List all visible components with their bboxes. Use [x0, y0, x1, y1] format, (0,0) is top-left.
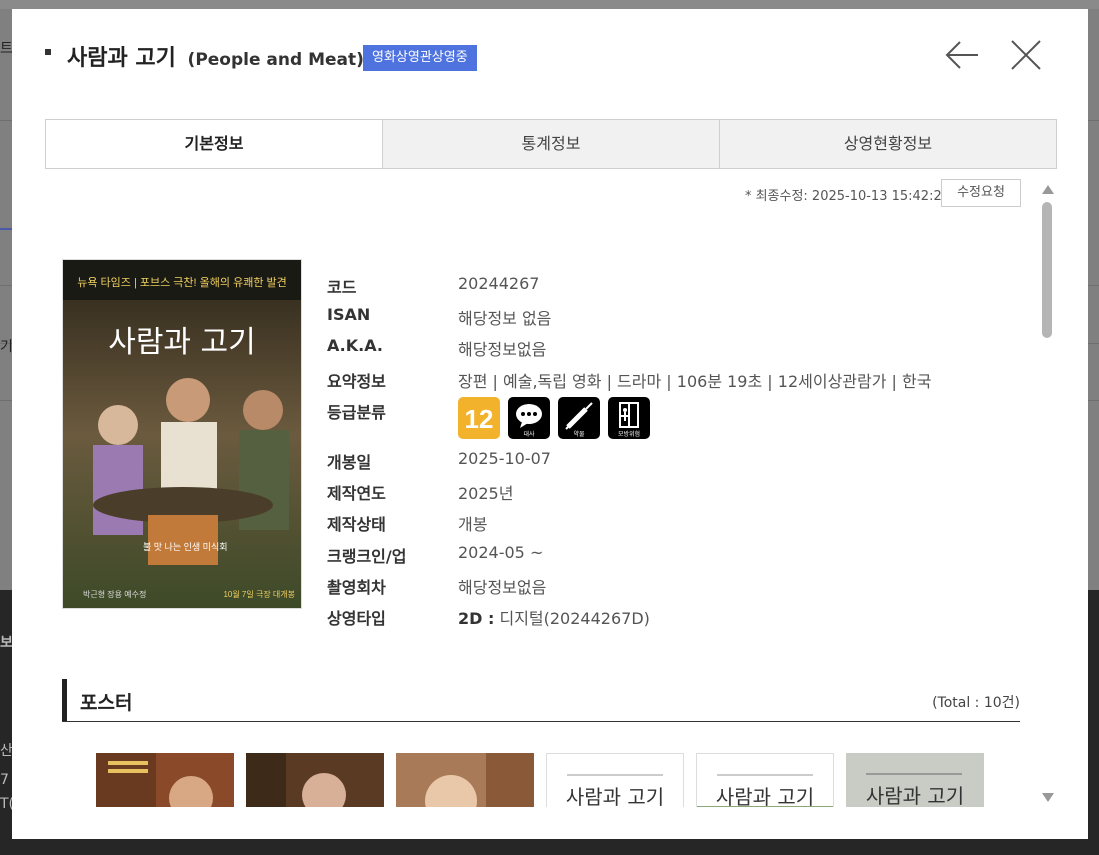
info-value: 해당정보 없음: [458, 309, 552, 328]
grade-icons: 12 대사 약물 모방위험: [458, 397, 650, 439]
content-scrollbar[interactable]: [1039, 181, 1057, 811]
info-label: 요약정보: [327, 372, 386, 391]
close-icon: [1011, 40, 1041, 70]
movie-detail-modal: 사람과 고기 (People and Meat) 영화상영관상영중 기본정보 통…: [12, 9, 1088, 839]
info-value: 2025년: [458, 484, 514, 503]
backdrop-accent-line: [0, 228, 12, 230]
poster-thumbnail[interactable]: [396, 753, 534, 807]
tab-content: * 최종수정: 2025-10-13 15:42:26 수정요청 뉴욕 타임즈 …: [45, 167, 1045, 807]
main-poster[interactable]: 뉴욕 타임즈 | 포브스 극찬! 올해의 유쾌한 발견 사람과 고기 불 맛 나…: [62, 259, 302, 609]
info-label: 등급분류: [327, 403, 386, 422]
modal-header: 사람과 고기 (People and Meat) 영화상영관상영중: [12, 9, 1088, 109]
back-button[interactable]: [944, 37, 980, 73]
poster-sub: 불 맛 나는 인생 미식회: [143, 542, 228, 552]
svg-text:대사: 대사: [523, 430, 535, 438]
screen-type-detail: 디지털(20244267D): [494, 609, 650, 628]
scroll-thumb[interactable]: [1042, 202, 1052, 338]
poster-section-title: 포스터: [80, 692, 133, 714]
page-title: 사람과 고기 (People and Meat): [67, 40, 364, 72]
age-12-icon: 12: [458, 397, 500, 439]
poster-image: 뉴욕 타임즈 | 포브스 극찬! 올해의 유쾌한 발견 사람과 고기 불 맛 나…: [63, 260, 301, 608]
title-bullet: [45, 49, 51, 55]
tab-basic-info[interactable]: 기본정보: [46, 120, 382, 168]
poster-title: 사람과 고기: [108, 325, 256, 360]
backdrop-text: 산: [0, 743, 13, 759]
edit-request-button[interactable]: 수정요청: [941, 179, 1021, 207]
info-label: 개봉일: [327, 453, 372, 472]
movie-title: 사람과 고기: [67, 46, 176, 71]
scroll-up-icon[interactable]: [1042, 185, 1054, 194]
info-value: 장편 | 예술,독립 영화 | 드라마 | 106분 19초 | 12세이상관람…: [458, 372, 932, 391]
tab-screening-status[interactable]: 상영현황정보: [719, 120, 1056, 168]
svg-text:모방위험: 모방위험: [618, 430, 640, 438]
info-label: 코드: [327, 278, 357, 297]
info-value: 2024-05 ~: [458, 543, 544, 562]
status-badge: 영화상영관상영중: [363, 45, 477, 71]
backdrop-text: 트: [0, 41, 13, 57]
info-value: 해당정보없음: [458, 340, 547, 359]
imitation-risk-icon: 모방위험: [608, 397, 650, 439]
info-label: 촬영회차: [327, 578, 386, 597]
info-value: 20244267: [458, 274, 540, 293]
backdrop-text: 보: [0, 635, 13, 651]
info-label: A.K.A.: [327, 336, 383, 355]
poster-section-header: 포스터 (Total : 10건): [62, 679, 1020, 722]
info-label: 제작연도: [327, 484, 386, 503]
detail-tabs: 기본정보 통계정보 상영현황정보: [45, 119, 1057, 169]
info-label: 제작상태: [327, 515, 386, 534]
svg-text:사람과 고기: 사람과 고기: [866, 784, 964, 807]
movie-title-en: (People and Meat): [187, 50, 364, 70]
poster-tagline: 뉴욕 타임즈 | 포브스 극찬! 올해의 유쾌한 발견: [77, 275, 286, 289]
svg-text:12: 12: [465, 404, 494, 434]
poster-thumbnail[interactable]: 사람과 고기: [546, 753, 684, 807]
backdrop-text: 7: [0, 772, 9, 788]
poster-thumbnail[interactable]: [96, 753, 234, 807]
close-button[interactable]: [1008, 37, 1044, 73]
info-value: 해당정보없음: [458, 578, 547, 597]
dialogue-icon: 대사: [508, 397, 550, 439]
poster-release: 10월 7일 극장 대개봉: [223, 589, 295, 599]
poster-thumbnails: 사람과 고기 사람과 고기 사람과 고기: [96, 753, 984, 807]
last-modified: * 최종수정: 2025-10-13 15:42:26: [744, 189, 950, 204]
poster-cast: 박근형 장용 예수정: [83, 589, 146, 599]
info-value: 2D : 디지털(20244267D): [458, 605, 650, 629]
poster-thumbnail[interactable]: 사람과 고기: [846, 753, 984, 807]
backdrop-text: 기: [0, 339, 13, 355]
svg-text:사람과 고기: 사람과 고기: [716, 785, 814, 807]
info-label: ISAN: [327, 305, 371, 324]
poster-thumbnail[interactable]: 사람과 고기: [696, 753, 834, 807]
drug-icon: 약물: [558, 397, 600, 439]
backdrop-top-bar: [0, 0, 1099, 9]
screen-type-format: 2D :: [458, 609, 495, 628]
info-value: 개봉: [458, 515, 488, 534]
svg-text:사람과 고기: 사람과 고기: [566, 785, 664, 807]
info-value: 2025-10-07: [458, 449, 551, 468]
svg-text:약물: 약물: [573, 430, 585, 438]
info-label: 크랭크인/업: [327, 547, 407, 566]
poster-total: (Total : 10건): [932, 695, 1020, 711]
scroll-down-icon[interactable]: [1042, 793, 1054, 802]
tab-statistics[interactable]: 통계정보: [382, 120, 719, 168]
info-label: 상영타입: [327, 609, 386, 628]
arrow-left-icon: [945, 41, 978, 69]
section-bar: [62, 679, 67, 721]
poster-thumbnail[interactable]: [246, 753, 384, 807]
